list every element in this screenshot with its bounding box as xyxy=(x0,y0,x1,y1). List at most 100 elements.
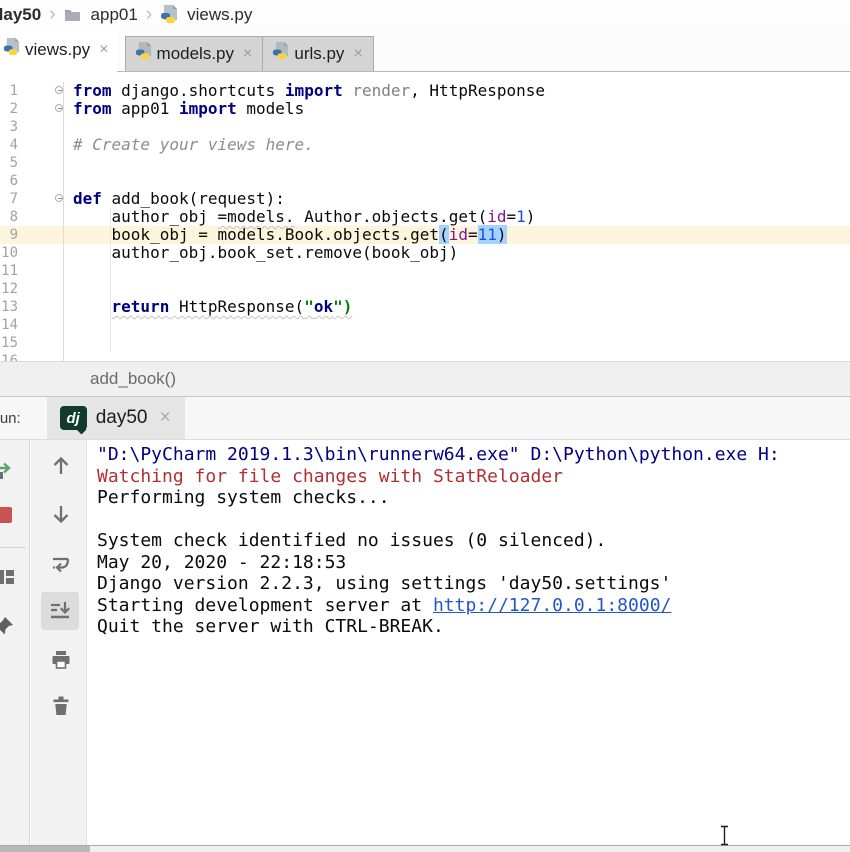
rerun-button[interactable] xyxy=(0,458,17,484)
code-text: book_obj = models.Book.objects.get(id=11… xyxy=(63,226,850,244)
code-token: 11 xyxy=(478,225,497,244)
line-number: 16 xyxy=(0,352,18,361)
pin-button[interactable] xyxy=(0,612,18,640)
code-line[interactable]: 15 xyxy=(0,334,850,352)
restore-layout-button[interactable] xyxy=(0,564,18,590)
code-text: def add_book(request): xyxy=(63,190,850,208)
code-token: app01 xyxy=(112,99,179,118)
code-text: from django.shortcuts import render, Htt… xyxy=(63,82,850,100)
fold-marker-icon[interactable] xyxy=(55,194,63,202)
gutter-fold-area xyxy=(18,262,63,280)
toolbar-separator xyxy=(0,547,26,548)
code-token: = xyxy=(468,225,478,244)
line-number: 2 xyxy=(0,100,18,118)
code-token: add_book(request): xyxy=(102,189,285,208)
code-line[interactable]: 10 author_obj.book_set.remove(book_obj) xyxy=(0,244,850,262)
run-control-toolbar xyxy=(0,440,30,845)
breadcrumb-item-day50[interactable]: day50 xyxy=(0,5,41,25)
next-occurrence-button[interactable] xyxy=(47,500,75,528)
code-token: ) xyxy=(526,207,536,226)
code-text xyxy=(63,316,850,334)
breadcrumb-item-views[interactable]: views.py xyxy=(187,5,252,25)
breadcrumb: day50 › app01 › views.py xyxy=(0,0,850,29)
code-line[interactable]: 16 xyxy=(0,352,850,361)
close-icon[interactable]: × xyxy=(99,41,108,59)
code-line[interactable]: 13 return HttpResponse("ok") xyxy=(0,298,850,316)
code-line[interactable]: 1from django.shortcuts import render, Ht… xyxy=(0,82,850,100)
close-icon[interactable]: × xyxy=(353,45,362,63)
code-token: ") xyxy=(333,297,352,316)
fold-marker-icon[interactable] xyxy=(55,86,63,94)
gutter-fold-area xyxy=(18,136,63,154)
code-editor[interactable]: 1from django.shortcuts import render, Ht… xyxy=(0,72,850,361)
code-token: = xyxy=(506,207,516,226)
close-icon[interactable]: × xyxy=(243,45,252,63)
print-icon xyxy=(49,648,73,672)
code-line[interactable]: 12 xyxy=(0,280,850,298)
console-text: Django version 2.2.3, using settings 'da… xyxy=(97,573,671,594)
code-line[interactable]: 7def add_book(request): xyxy=(0,190,850,208)
prev-occurrence-button[interactable] xyxy=(47,452,75,480)
tab-views-py[interactable]: views.py × xyxy=(0,28,117,72)
line-number: 6 xyxy=(0,172,18,190)
chevron-right-icon: › xyxy=(49,4,55,26)
console-line: Django version 2.2.3, using settings 'da… xyxy=(97,573,850,595)
python-file-icon xyxy=(135,42,152,66)
code-token: author_obj xyxy=(73,207,218,226)
code-line[interactable]: 2from app01 import models xyxy=(0,100,850,118)
console-text: "D:\PyCharm 2019.1.3\bin\runnerw64.exe" … xyxy=(97,444,780,465)
console-line: Watching for file changes with StatReloa… xyxy=(97,466,850,488)
fold-marker-icon[interactable] xyxy=(55,104,63,112)
line-number: 14 xyxy=(0,316,18,334)
context-function-label[interactable]: add_book() xyxy=(90,369,176,389)
scrollbar-thumb[interactable] xyxy=(0,846,90,852)
code-text: author_obj.book_set.remove(book_obj) xyxy=(63,244,850,262)
line-number: 13 xyxy=(0,298,18,316)
code-token: =models. xyxy=(218,207,295,226)
tab-models-py[interactable]: models.py × xyxy=(125,36,264,71)
console-line: Quit the server with CTRL-BREAK. xyxy=(97,616,850,638)
gutter-fold-area xyxy=(18,316,63,334)
scroll-to-end-button[interactable] xyxy=(41,592,79,630)
console-line: "D:\PyCharm 2019.1.3\bin\runnerw64.exe" … xyxy=(97,444,850,466)
rerun-icon xyxy=(0,459,16,483)
run-panel-label: Run: xyxy=(0,410,21,427)
stop-button[interactable] xyxy=(0,502,17,528)
line-number: 4 xyxy=(0,136,18,154)
code-line[interactable]: 8 author_obj =models. Author.objects.get… xyxy=(0,208,850,226)
clear-all-button[interactable] xyxy=(47,692,75,720)
code-line[interactable]: 4# Create your views here. xyxy=(0,136,850,154)
tab-urls-py[interactable]: urls.py × xyxy=(262,36,373,71)
gutter-fold-area xyxy=(18,100,63,118)
run-tab-label: day50 xyxy=(96,407,148,429)
code-token: def xyxy=(73,189,102,208)
code-line[interactable]: 5 xyxy=(0,154,850,172)
server-url-link[interactable]: http://127.0.0.1:8000/ xyxy=(433,595,671,616)
gutter-fold-area xyxy=(18,118,63,136)
code-line[interactable]: 9 book_obj = models.Book.objects.get(id=… xyxy=(0,226,850,244)
code-token: book_obj = models.Book.objects.get xyxy=(73,225,439,244)
console-output[interactable]: "D:\PyCharm 2019.1.3\bin\runnerw64.exe" … xyxy=(88,440,850,838)
close-icon[interactable]: × xyxy=(159,407,170,429)
code-text xyxy=(63,262,850,280)
gutter-fold-area xyxy=(18,244,63,262)
soft-wrap-icon xyxy=(49,552,73,576)
code-text xyxy=(63,172,850,190)
tab-label: models.py xyxy=(157,44,234,64)
code-token: id xyxy=(487,207,506,226)
code-line[interactable]: 11 xyxy=(0,262,850,280)
code-line[interactable]: 3 xyxy=(0,118,850,136)
console-text: May 20, 2020 - 22:18:53 xyxy=(97,552,346,573)
code-token: ok xyxy=(314,297,333,316)
print-button[interactable] xyxy=(47,646,75,674)
clear-icon xyxy=(49,694,73,718)
python-file-icon xyxy=(3,38,20,62)
down-arrow-icon xyxy=(49,502,73,526)
console-toolbar xyxy=(31,440,87,845)
code-line[interactable]: 6 xyxy=(0,172,850,190)
console-line: Performing system checks... xyxy=(97,487,850,509)
code-line[interactable]: 14 xyxy=(0,316,850,334)
run-tab-day50[interactable]: dj day50 × xyxy=(47,397,185,440)
breadcrumb-item-app01[interactable]: app01 xyxy=(91,5,138,25)
soft-wrap-button[interactable] xyxy=(47,550,75,578)
